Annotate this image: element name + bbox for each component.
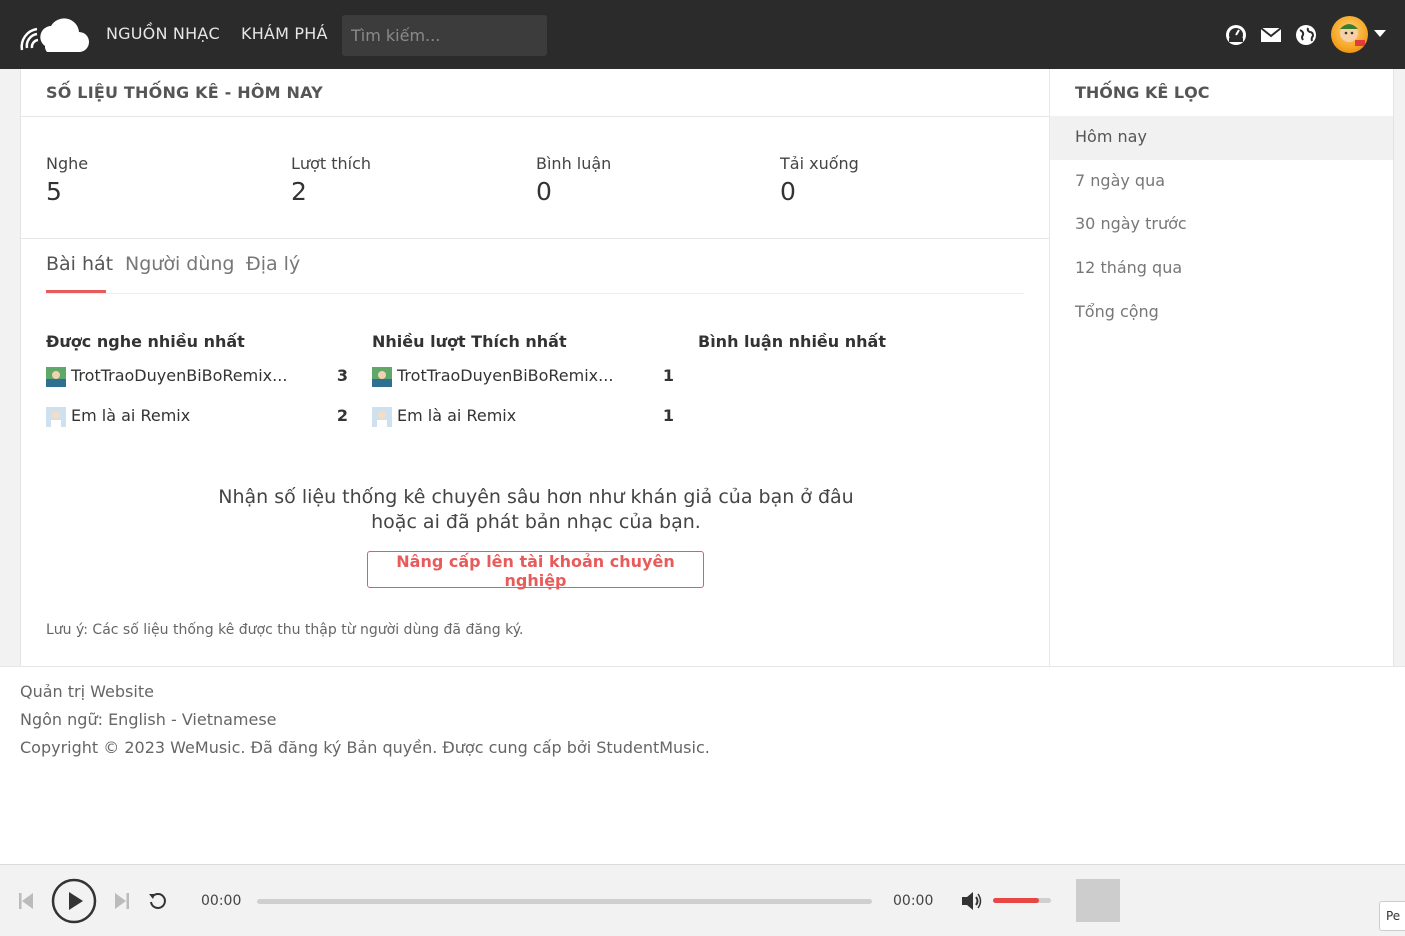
skip-next-icon[interactable] <box>115 892 129 910</box>
globe-icon[interactable] <box>1295 24 1317 46</box>
song-count: 3 <box>336 366 348 385</box>
song-thumbnail <box>372 407 392 427</box>
song-title: TrotTraoDuyenBiBoRemix... <box>71 366 288 385</box>
copyright: Copyright © 2023 WeMusic. Đã đăng ký Bản… <box>20 738 710 757</box>
user-avatar[interactable] <box>1331 16 1368 53</box>
upgrade-pro-button[interactable]: Nâng cấp lên tài khoản chuyên nghiệp <box>367 551 704 590</box>
most-played-title: Được nghe nhiều nhất <box>46 332 245 351</box>
language-selector: Ngôn ngữ: English - Vietnamese <box>20 710 277 729</box>
sidebar-item-today[interactable]: Hôm nay <box>1050 116 1393 160</box>
play-icon[interactable] <box>51 878 97 924</box>
tab-users[interactable]: Người dùng <box>125 253 234 275</box>
tab-geography[interactable]: Địa lý <box>246 253 300 275</box>
song-count: 2 <box>336 406 348 425</box>
volume-slider[interactable] <box>993 898 1051 903</box>
dashboard-icon[interactable] <box>1225 24 1247 46</box>
admin-link[interactable]: Quản trị Website <box>20 682 154 701</box>
stat-comments: Bình luận 0 <box>536 154 611 206</box>
filter-sidebar: THỐNG KÊ LỌC Hôm nay 7 ngày qua 30 ngày … <box>1050 69 1394 666</box>
promo-line: hoặc ai đã phát bản nhạc của bạn. <box>371 511 701 533</box>
footer: Quản trị Website Ngôn ngữ: English - Vie… <box>0 666 1405 864</box>
stat-plays: Nghe 5 <box>46 154 88 206</box>
language-separator: - <box>170 710 177 729</box>
song-title: TrotTraoDuyenBiBoRemix... <box>397 366 614 385</box>
song-thumbnail <box>372 367 392 387</box>
stat-likes: Lượt thích 2 <box>291 154 371 206</box>
stat-downloads: Tải xuống 0 <box>780 154 859 206</box>
list-item[interactable]: TrotTraoDuyenBiBoRemix... 3 <box>46 366 348 388</box>
stats-note: Lưu ý: Các số liệu thống kê được thu thậ… <box>46 622 524 638</box>
list-item[interactable]: TrotTraoDuyenBiBoRemix... 1 <box>372 366 674 388</box>
list-item[interactable]: Em là ai Remix 1 <box>372 406 674 428</box>
audio-player: 00:00 00:00 Pe <box>0 864 1405 936</box>
upgrade-promo-text: Nhận số liệu thống kê chuyên sâu hơn như… <box>21 485 1051 535</box>
song-title: Em là ai Remix <box>71 406 191 425</box>
skip-previous-icon[interactable] <box>19 892 33 910</box>
sidebar-item-total[interactable]: Tổng cộng <box>1050 291 1393 335</box>
sidebar-title: THỐNG KÊ LỌC <box>1075 83 1210 102</box>
seek-bar[interactable] <box>257 899 872 904</box>
language-vietnamese-link[interactable]: Vietnamese <box>182 710 277 729</box>
stat-value: 2 <box>291 177 307 206</box>
stat-label: Nghe <box>46 154 89 173</box>
stat-label: Tải xuống <box>780 154 859 173</box>
promo-line: Nhận số liệu thống kê chuyên sâu hơn như… <box>218 486 854 508</box>
stats-tabs: Bài hát Người dùng Địa lý <box>46 252 1024 294</box>
sidebar-item-12-months[interactable]: 12 tháng qua <box>1050 247 1393 291</box>
stat-label: Lượt thích <box>291 154 371 173</box>
search-input[interactable] <box>342 15 547 56</box>
cloud-logo-icon[interactable] <box>19 14 89 56</box>
page-title: SỐ LIỆU THỐNG KÊ - HÔM NAY <box>46 83 323 102</box>
caret-down-icon[interactable] <box>1374 30 1386 37</box>
track-cover <box>1076 879 1120 922</box>
stat-value: 0 <box>780 177 796 206</box>
stat-label: Bình luận <box>536 154 612 173</box>
sidebar-item-7-days[interactable]: 7 ngày qua <box>1050 160 1393 204</box>
tab-songs[interactable]: Bài hát <box>46 253 113 275</box>
most-commented-title: Bình luận nhiều nhất <box>698 332 886 351</box>
total-time: 00:00 <box>893 893 934 909</box>
language-english-link[interactable]: English <box>108 710 166 729</box>
volume-icon[interactable] <box>961 891 983 911</box>
list-item[interactable]: Em là ai Remix 2 <box>46 406 348 428</box>
language-label: Ngôn ngữ: <box>20 710 103 729</box>
nav-music-source[interactable]: NGUỒN NHẠC <box>106 24 220 43</box>
stat-value: 0 <box>536 177 552 206</box>
volume-level <box>993 898 1040 903</box>
statistics-panel: SỐ LIỆU THỐNG KÊ - HÔM NAY Nghe 5 Lượt t… <box>20 69 1050 666</box>
active-tab-indicator <box>46 290 106 293</box>
song-count: 1 <box>662 406 674 425</box>
current-time: 00:00 <box>201 893 242 909</box>
top-navbar: NGUỒN NHẠC KHÁM PHÁ <box>0 0 1405 69</box>
song-count: 1 <box>662 366 674 385</box>
stat-value: 5 <box>46 177 62 206</box>
nav-explore[interactable]: KHÁM PHÁ <box>241 24 328 43</box>
song-thumbnail <box>46 407 66 427</box>
sidebar-item-30-days[interactable]: 30 ngày trước <box>1050 203 1393 247</box>
panel-header: SỐ LIỆU THỐNG KÊ - HÔM NAY <box>21 69 1049 117</box>
repeat-icon[interactable] <box>148 891 168 911</box>
side-panel-toggle[interactable]: Pe <box>1379 901 1405 931</box>
song-title: Em là ai Remix <box>397 406 517 425</box>
mail-icon[interactable] <box>1260 24 1282 46</box>
most-liked-title: Nhiều lượt Thích nhất <box>372 332 567 351</box>
song-thumbnail <box>46 367 66 387</box>
stats-summary: Nghe 5 Lượt thích 2 Bình luận 0 Tải xuốn… <box>21 117 1049 239</box>
